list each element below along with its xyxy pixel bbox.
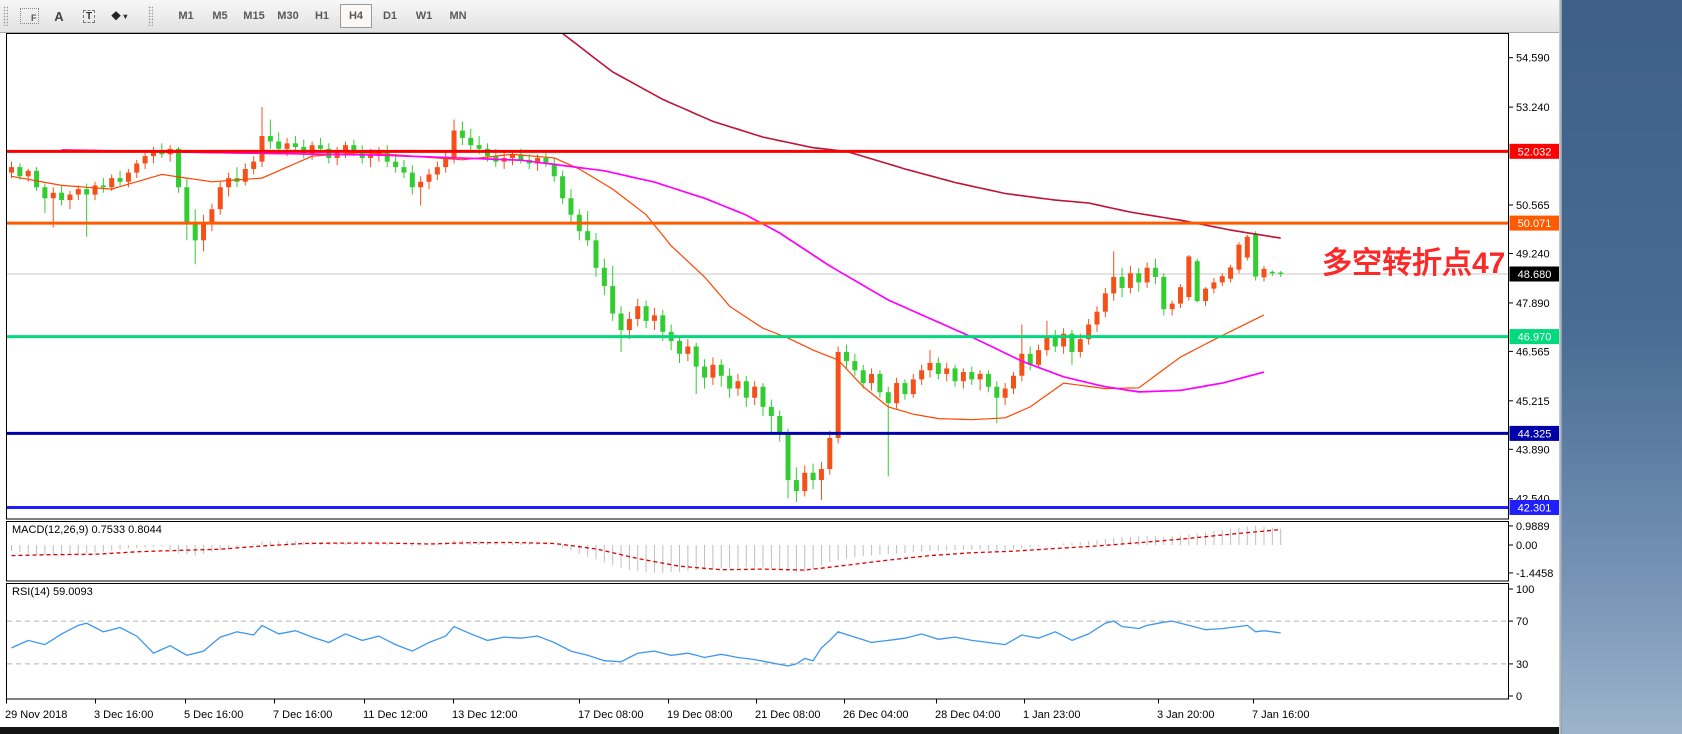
macd-axis: 0.9889 0.00 -1.4458: [1509, 521, 1553, 580]
svg-text:7 Dec 16:00: 7 Dec 16:00: [273, 709, 332, 721]
svg-text:21 Dec 08:00: 21 Dec 08:00: [755, 709, 820, 721]
rsi-axis: 100 70 30 0: [1509, 584, 1534, 703]
chart-annotation-text[interactable]: 多空转折点47: [1322, 238, 1505, 282]
svg-text:43.890: 43.890: [1516, 444, 1550, 456]
svg-text:30: 30: [1516, 659, 1528, 671]
svg-text:3 Jan 20:00: 3 Jan 20:00: [1157, 709, 1215, 721]
svg-text:1 Jan 23:00: 1 Jan 23:00: [1023, 709, 1081, 721]
svg-text:0.00: 0.00: [1516, 540, 1537, 552]
chart-panels: [7, 34, 1509, 700]
svg-text:70: 70: [1516, 616, 1528, 628]
svg-text:28 Dec 04:00: 28 Dec 04:00: [935, 709, 1000, 721]
svg-text:47.890: 47.890: [1516, 298, 1550, 310]
svg-text:48.680: 48.680: [1518, 269, 1552, 281]
svg-text:100: 100: [1516, 584, 1534, 596]
svg-text:46.970: 46.970: [1518, 332, 1552, 344]
svg-text:5 Dec 16:00: 5 Dec 16:00: [184, 709, 243, 721]
svg-text:53.240: 53.240: [1516, 102, 1550, 114]
svg-text:26 Dec 04:00: 26 Dec 04:00: [843, 709, 908, 721]
svg-text:-1.4458: -1.4458: [1516, 568, 1553, 580]
svg-text:49.240: 49.240: [1516, 249, 1550, 261]
date-axis: 29 Nov 2018 3 Dec 16:00 5 Dec 16:00 7 Dec 1…: [5, 700, 1310, 722]
svg-text:45.215: 45.215: [1516, 396, 1550, 408]
chart-window: F A T ❖ ▾ M1M5M15M30H1H4D1W1MN ▲ USOil-,…: [0, 0, 1562, 734]
svg-text:17 Dec 08:00: 17 Dec 08:00: [578, 709, 643, 721]
svg-text:46.565: 46.565: [1516, 346, 1550, 358]
svg-text:42.301: 42.301: [1518, 502, 1552, 514]
price-axis: 54.590 53.240 50.565 49.240 47.890 46.565 45.2…: [1509, 53, 1560, 515]
svg-text:11 Dec 12:00: 11 Dec 12:00: [363, 709, 428, 721]
svg-text:52.032: 52.032: [1518, 146, 1552, 158]
svg-text:44.325: 44.325: [1518, 428, 1552, 440]
trading-app-screen: F A T ❖ ▾ M1M5M15M30H1H4D1W1MN ▲ USOil-,…: [0, 0, 1682, 734]
svg-text:29 Nov 2018: 29 Nov 2018: [5, 709, 67, 721]
svg-text:50.565: 50.565: [1516, 200, 1550, 212]
svg-text:0: 0: [1516, 691, 1522, 703]
window-bottom-edge: [0, 727, 1562, 734]
svg-text:54.590: 54.590: [1516, 53, 1550, 65]
chart-canvas: 54.590 53.240 50.565 49.240 47.890 46.565 45.2…: [0, 0, 1562, 734]
rsi-label: RSI(14) 59.0093: [12, 586, 93, 598]
svg-text:3 Dec 16:00: 3 Dec 16:00: [94, 709, 153, 721]
macd-label: MACD(12,26,9) 0.7533 0.8044: [12, 524, 162, 536]
desktop-background: [1562, 0, 1682, 734]
svg-text:19 Dec 08:00: 19 Dec 08:00: [667, 709, 732, 721]
svg-text:7 Jan 16:00: 7 Jan 16:00: [1252, 709, 1310, 721]
svg-text:0.9889: 0.9889: [1516, 521, 1550, 533]
svg-text:13 Dec 12:00: 13 Dec 12:00: [452, 709, 517, 721]
svg-text:50.071: 50.071: [1518, 218, 1552, 230]
